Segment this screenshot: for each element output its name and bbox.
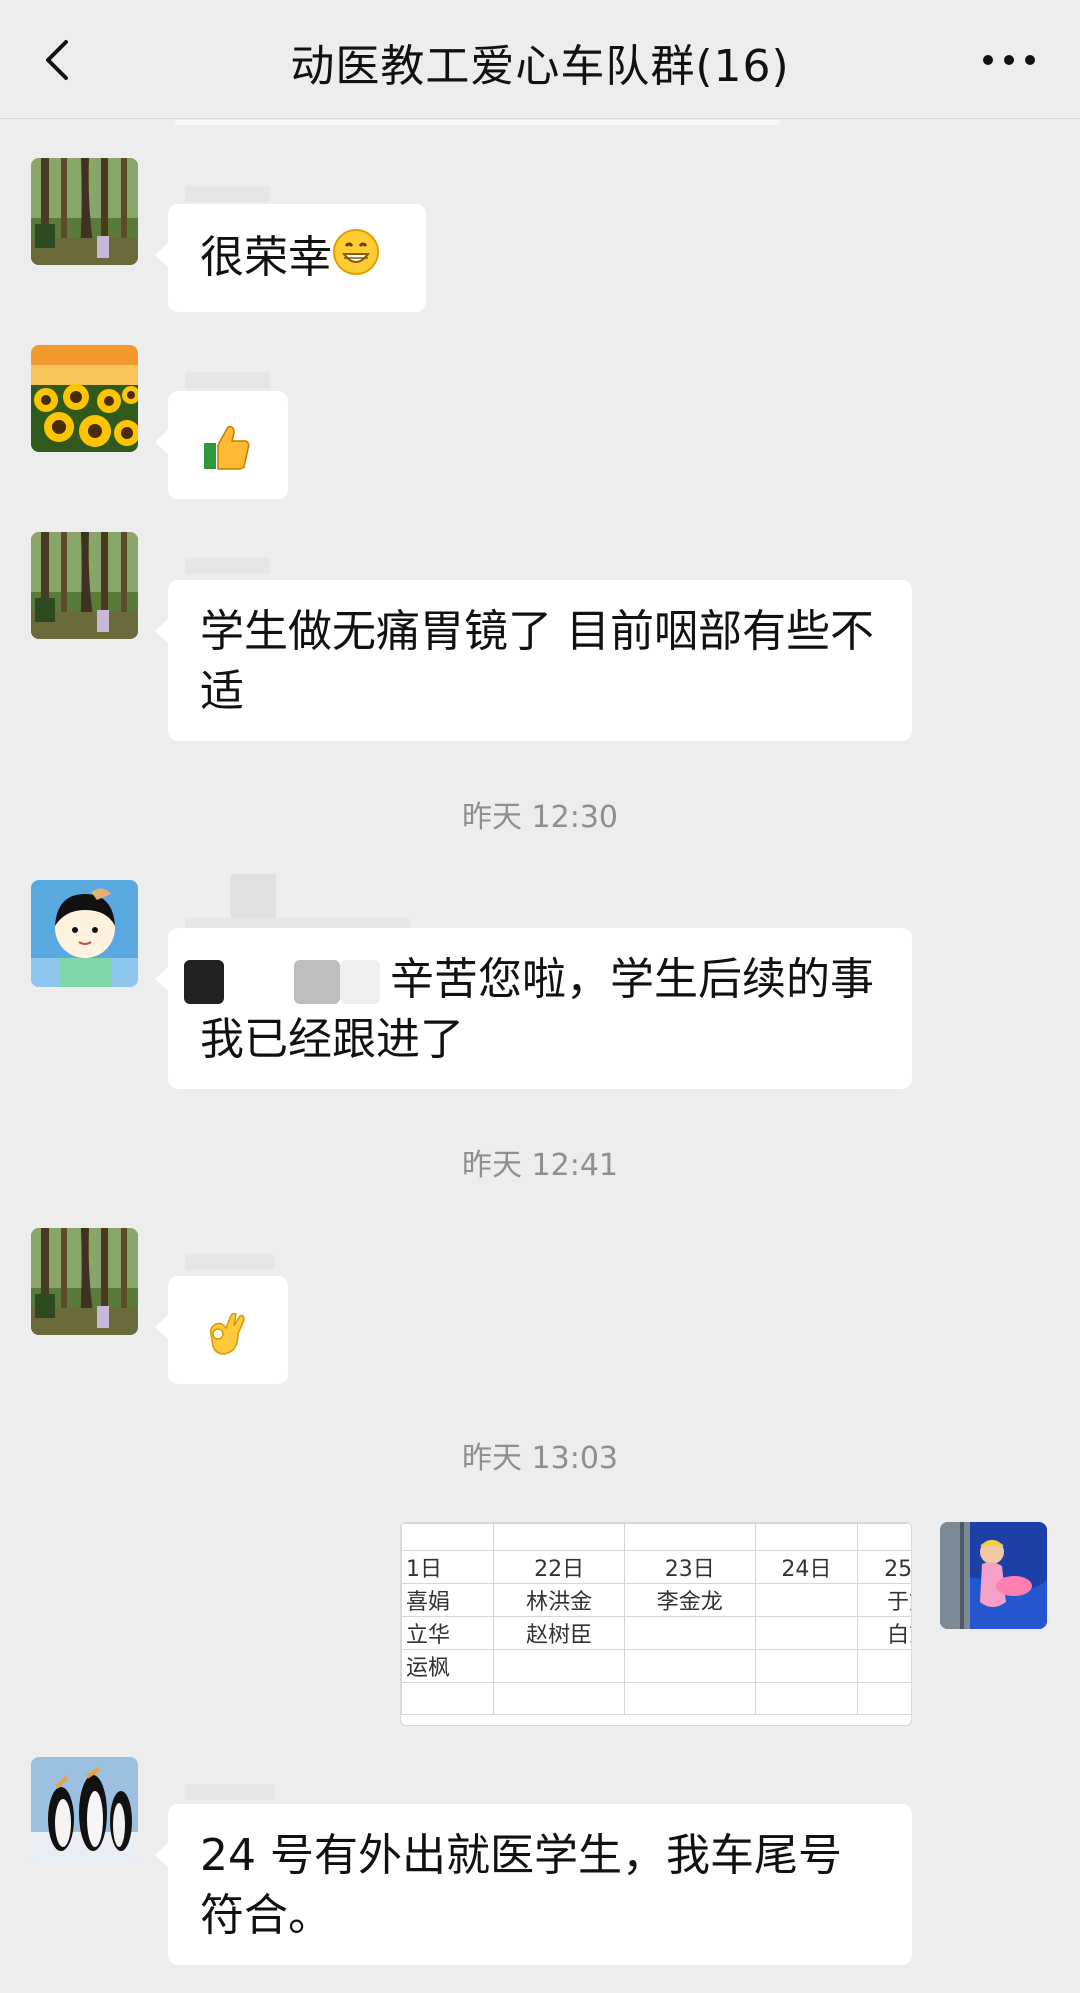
table-cell: 运枫 (401, 1649, 495, 1683)
avatar-forest[interactable] (31, 1228, 138, 1335)
table-cell: 李金龙 (623, 1583, 756, 1617)
table-cell: 1日 (401, 1550, 495, 1584)
avatar-cartoon-boy[interactable] (31, 880, 138, 987)
redacted-block (294, 960, 340, 1004)
message-bubble[interactable] (155, 1276, 288, 1384)
avatar-penguins[interactable] (31, 1757, 138, 1864)
thumbs-up-emoji-icon (202, 423, 252, 487)
table-cell (857, 1649, 911, 1683)
avatar-forest[interactable] (31, 158, 138, 265)
table-cell: 24日 (754, 1550, 859, 1584)
table-cell (754, 1583, 859, 1617)
timestamp: 昨天 13:03 (462, 1441, 618, 1476)
redacted-block (184, 960, 224, 1004)
ok-hand-emoji-icon (204, 1308, 250, 1374)
table-row: 喜娟 林洪金 李金龙 于文 (401, 1583, 911, 1617)
table-row (401, 1682, 911, 1715)
sender-name (185, 186, 270, 202)
message-bubble[interactable]: 学生做无痛胃镜了 目前咽部有些不适 (155, 580, 912, 741)
table-cell: 喜娟 (401, 1583, 495, 1617)
avatar-sunflowers[interactable] (31, 345, 138, 452)
avatar-forest[interactable] (31, 532, 138, 639)
table-cell: 林洪金 (493, 1583, 625, 1617)
table-cell (754, 1649, 859, 1683)
timestamp: 昨天 12:41 (462, 1148, 618, 1183)
sender-name (185, 1254, 275, 1270)
table-cell (754, 1682, 859, 1715)
table-cell: 22日 (493, 1550, 625, 1584)
table-cell: 赵树臣 (493, 1616, 625, 1650)
table-row: 1日 22日 23日 24日 25日 (401, 1550, 911, 1584)
blurred-name (230, 874, 276, 918)
sender-name (185, 558, 270, 574)
message-text: 24 号有外出就医学生，我车尾号符合。 (200, 1830, 842, 1941)
timestamp: 昨天 12:30 (462, 800, 618, 835)
message-text: 很荣幸 (200, 232, 332, 283)
group-title: 动医教工爱心车队群(16) (290, 41, 790, 92)
table-cell: 立华 (401, 1616, 495, 1650)
table-cell: 白志 (857, 1616, 911, 1650)
redacted-block (224, 960, 294, 1004)
table-cell (754, 1616, 859, 1650)
message-bubble[interactable]: 24 号有外出就医学生，我车尾号符合。 (155, 1804, 912, 1965)
table-cell (857, 1682, 911, 1715)
grinning-face-emoji-icon (332, 228, 380, 292)
table-row: 运枫 (401, 1649, 911, 1683)
table-cell (493, 1682, 625, 1715)
message-text: 学生做无痛胃镜了 目前咽部有些不适 (200, 606, 874, 717)
table-cell: 25日 (857, 1550, 911, 1584)
table-row: 立华 赵树臣 白志 (401, 1616, 911, 1650)
previous-message-edge (175, 120, 780, 125)
redacted-block (340, 960, 380, 1004)
sender-name (185, 1784, 275, 1800)
table-cell (623, 1682, 756, 1715)
avatar-self-swimmer[interactable] (940, 1522, 1047, 1629)
sender-name (185, 372, 270, 388)
table-cell: 于文 (857, 1583, 911, 1617)
table-cell (493, 1649, 625, 1683)
table-cell (623, 1649, 756, 1683)
more-options-icon[interactable] (974, 30, 1044, 90)
message-bubble[interactable] (155, 391, 288, 499)
message-bubble[interactable]: 辛苦您啦，学生后续的事我已经跟进了 (155, 928, 912, 1089)
table-cell (623, 1616, 756, 1650)
table-cell (401, 1682, 495, 1715)
spreadsheet-image-message[interactable]: 1日 22日 23日 24日 25日 喜娟 林洪金 李金龙 于文 立华 赵树臣 … (400, 1522, 912, 1726)
table-cell: 23日 (623, 1550, 756, 1584)
chat-header: 动医教工爱心车队群(16) (0, 0, 1080, 119)
duty-schedule-table: 1日 22日 23日 24日 25日 喜娟 林洪金 李金龙 于文 立华 赵树臣 … (401, 1523, 911, 1715)
message-bubble[interactable]: 很荣幸 (155, 204, 426, 312)
